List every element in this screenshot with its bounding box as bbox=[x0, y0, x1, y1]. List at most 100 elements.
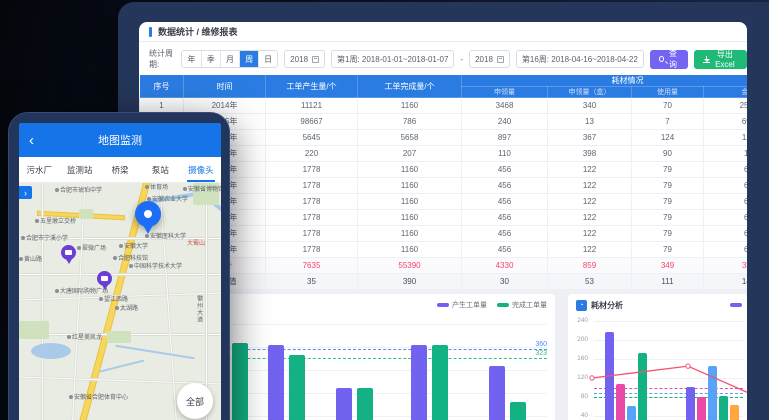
map-label: 望江西路 bbox=[99, 297, 128, 304]
map-label: 徽州大道 bbox=[195, 295, 202, 323]
tab-监测站[interactable]: 监测站 bbox=[59, 157, 99, 182]
bar-产生工单量 bbox=[268, 345, 284, 420]
map-label: 安徽医科大学 bbox=[145, 234, 186, 241]
street-road bbox=[205, 183, 208, 420]
park-area bbox=[79, 209, 93, 219]
tab-泵站[interactable]: 泵站 bbox=[140, 157, 180, 182]
map-label: 翠微广场 bbox=[77, 246, 106, 253]
map-label: 大蜀山 bbox=[187, 241, 205, 248]
selected-camera-pin[interactable] bbox=[135, 201, 161, 227]
table-row: 102018年177811604561227967 bbox=[140, 242, 748, 258]
table-row: 22015年98667786240137690 bbox=[140, 114, 748, 130]
map-label: 大唐国际购物广场 bbox=[55, 289, 95, 296]
calendar-icon bbox=[497, 56, 504, 63]
map-label: 合肥市琥珀中学 bbox=[55, 188, 102, 195]
table-row: 92018年177811604561227967 bbox=[140, 226, 748, 242]
map-label: 安徽大学 bbox=[119, 244, 148, 251]
street-road bbox=[158, 183, 179, 420]
sub-col-header: 申领量 bbox=[462, 87, 548, 98]
phone-tabs: 污水厂监测站桥梁泵站摄像头 bbox=[19, 157, 221, 183]
map-label: 合肥科技馆 bbox=[113, 256, 148, 263]
breadcrumb-text: 数据统计 / 维修报表 bbox=[158, 25, 238, 38]
period-option-周[interactable]: 周 bbox=[239, 51, 258, 67]
map-label: 合肥市宁溪小学 bbox=[21, 236, 68, 243]
table-row: 52018年177811604561227967 bbox=[140, 162, 748, 178]
map-label: 安徽省博物馆 bbox=[183, 187, 221, 194]
back-icon[interactable]: ‹ bbox=[29, 133, 34, 148]
map-label: 安徽省合肥体育中心 bbox=[69, 395, 113, 402]
map-label: 五里墩立交桥 bbox=[35, 219, 76, 226]
bar-完成工单量 bbox=[510, 402, 526, 420]
table-row: 62018年177811604561227967 bbox=[140, 178, 748, 194]
phone-title: 地图监测 bbox=[98, 132, 142, 148]
table-row: 12014年1112111603468340702508 bbox=[140, 98, 748, 114]
filter-bar: 统计周期: 年季月周日 2018 第1周: 2018-01-01~2018-01… bbox=[139, 46, 747, 72]
average-row: 平均值353903053111146 bbox=[140, 274, 748, 290]
col-header: 时间 bbox=[184, 75, 266, 98]
tab-污水厂[interactable]: 污水厂 bbox=[19, 157, 59, 182]
trend-line bbox=[568, 294, 747, 420]
bar-完成工单量 bbox=[432, 345, 448, 420]
legend-item: 产生工单量 bbox=[437, 300, 487, 310]
bar-完成工单量 bbox=[357, 388, 373, 420]
group-header: 耗材情况 bbox=[462, 75, 748, 87]
map-label: 中国科学技术大学 bbox=[129, 264, 175, 271]
street-road bbox=[19, 273, 221, 276]
year-end-select[interactable]: 2018 bbox=[469, 50, 510, 68]
table-row: 72018年177811604561227967 bbox=[140, 194, 748, 210]
river bbox=[115, 345, 194, 359]
breadcrumb: 数据统计 / 维修报表 bbox=[139, 22, 747, 42]
bar-产生工单量 bbox=[336, 388, 352, 420]
bar-产生工单量 bbox=[489, 366, 505, 420]
download-icon bbox=[703, 56, 708, 63]
phone-screen: ‹ 地图监测 污水厂监测站桥梁泵站摄像头 › 全部 合肥市琥珀中学体育场安徽农业… bbox=[19, 123, 221, 420]
consumables-chart: ◔ 耗材分析 2402001601208040 bbox=[568, 294, 747, 420]
table-row: 32016年56455658897367124129 bbox=[140, 130, 748, 146]
camera-marker[interactable] bbox=[97, 271, 112, 286]
sub-col-header: 申领量（盒） bbox=[548, 87, 632, 98]
report-table: 序号时间工单产生量/个工单完成量/个耗材情况申领量申领量（盒）使用量金额1201… bbox=[139, 74, 747, 290]
period-option-季[interactable]: 季 bbox=[201, 51, 220, 67]
charts-strip: 产生工单量完成工单量 360323 ◔ 耗材分析 240200160120804… bbox=[139, 290, 747, 420]
all-button[interactable]: 全部 bbox=[177, 383, 213, 419]
week-end-input[interactable]: 第16周: 2018-04-16~2018-04-22 bbox=[516, 50, 644, 68]
map-label: 太湖路 bbox=[115, 306, 138, 313]
map-view[interactable]: › 全部 合肥市琥珀中学体育场安徽农业大学安徽省博物馆五里墩立交桥合肥市宁溪小学… bbox=[19, 183, 221, 420]
total-row: 合计7635553904330859349332 bbox=[140, 258, 748, 274]
river bbox=[99, 359, 144, 372]
query-button[interactable]: 查询 bbox=[650, 50, 688, 69]
park-area bbox=[107, 331, 131, 343]
tab-摄像头[interactable]: 摄像头 bbox=[181, 157, 221, 182]
year-start-select[interactable]: 2018 bbox=[284, 50, 325, 68]
col-header: 工单产生量/个 bbox=[266, 75, 358, 98]
legend-item: 完成工单量 bbox=[497, 300, 547, 310]
col-header: 工单完成量/个 bbox=[358, 75, 462, 98]
camera-marker[interactable] bbox=[61, 245, 76, 260]
map-label: 红星美凯龙 bbox=[67, 335, 102, 342]
calendar-icon bbox=[312, 56, 319, 63]
phone-header: ‹ 地图监测 bbox=[19, 123, 221, 157]
week-start-input[interactable]: 第1周: 2018-01-01~2018-01-07 bbox=[331, 50, 454, 68]
period-option-年[interactable]: 年 bbox=[182, 51, 201, 67]
period-option-日[interactable]: 日 bbox=[258, 51, 277, 67]
filter-label: 统计周期: bbox=[149, 48, 175, 70]
table-row: 42017年2202071103989019 bbox=[140, 146, 748, 162]
bar-完成工单量 bbox=[232, 343, 248, 420]
sub-col-header: 金额 bbox=[704, 87, 748, 98]
park-area bbox=[19, 321, 49, 339]
export-excel-button[interactable]: 导出Excel bbox=[694, 50, 747, 69]
expand-icon[interactable]: › bbox=[19, 186, 32, 199]
search-icon bbox=[659, 56, 664, 62]
period-option-月[interactable]: 月 bbox=[220, 51, 239, 67]
report-table-wrap: 序号时间工单产生量/个工单完成量/个耗材情况申领量申领量（盒）使用量金额1201… bbox=[139, 74, 747, 290]
pond bbox=[31, 343, 71, 359]
bar-产生工单量 bbox=[411, 345, 427, 420]
tab-桥梁[interactable]: 桥梁 bbox=[100, 157, 140, 182]
map-label: 体育场 bbox=[145, 185, 168, 192]
sub-col-header: 使用量 bbox=[632, 87, 704, 98]
range-separator: - bbox=[460, 55, 463, 64]
map-label: 黄山路 bbox=[19, 257, 42, 264]
period-segmented-control[interactable]: 年季月周日 bbox=[181, 50, 278, 68]
table-row: 82018年177811604561227967 bbox=[140, 210, 748, 226]
chart-legend: 产生工单量完成工单量 bbox=[437, 300, 547, 310]
